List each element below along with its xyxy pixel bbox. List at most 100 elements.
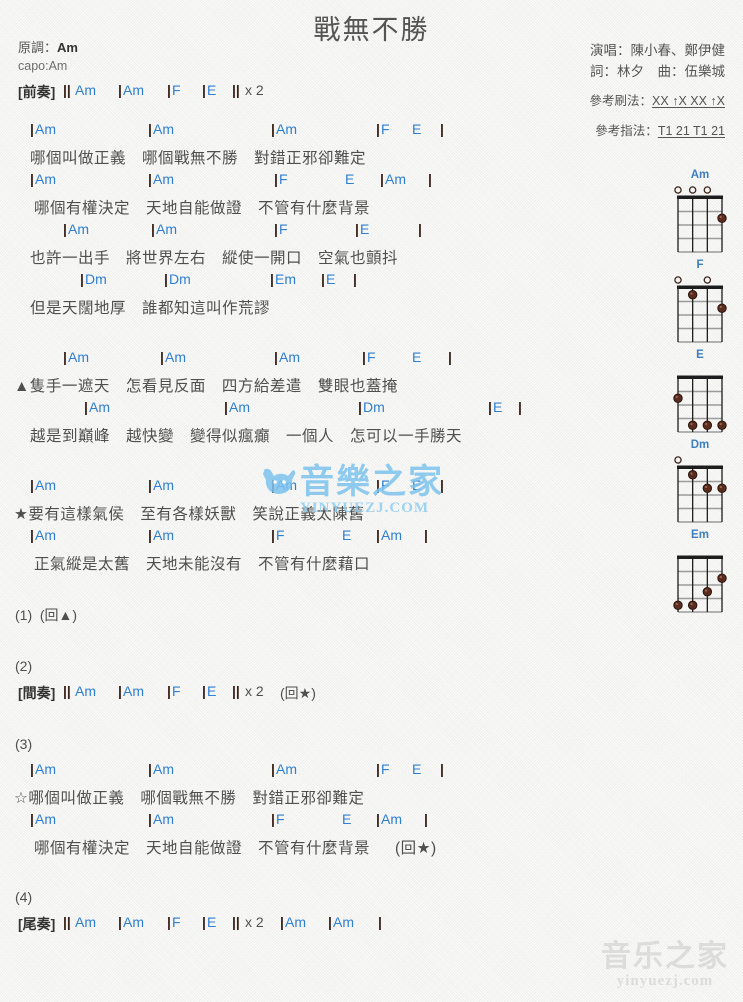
chord-symbol: Am (75, 683, 96, 699)
barline: | (380, 171, 384, 187)
chord-line: (4) (0, 889, 560, 914)
barline: | (321, 271, 325, 287)
chord-symbol: F (172, 683, 181, 699)
annotation-text: (3) (15, 736, 33, 752)
chord-diagram-f: F (665, 258, 735, 348)
section-label: [前奏] (18, 84, 56, 100)
barline: | (448, 349, 452, 365)
chord-sheet-page: 戰無不勝 原調：Am capo:Am 演唱：陳小春、鄭伊健 詞：林夕 曲：伍樂城… (0, 0, 743, 1002)
barline: | (376, 121, 380, 137)
chord-diagram-grid (673, 375, 727, 433)
lyric-text: 正氣縱是太舊 天地未能沒有 不管有什麼藉口 (34, 556, 371, 573)
strum-pattern-line: 參考刷法：XX ↑X XX ↑X (590, 91, 725, 112)
barline: | (118, 914, 122, 930)
chord-symbol: Am (153, 171, 174, 187)
barline: | (167, 683, 171, 699)
strum-pattern-value: XX ↑X XX ↑X (652, 94, 725, 108)
barline: || (63, 82, 71, 98)
section-label: [尾奏] (18, 916, 56, 932)
barline: || (232, 914, 240, 930)
chord-diagram-grid (674, 456, 727, 523)
barline: | (30, 811, 34, 827)
chord-symbol: Am (385, 171, 406, 187)
barline: | (362, 349, 366, 365)
lyric-line: 但是天闊地厚 誰都知這叫作荒謬 (0, 296, 560, 321)
original-key-line: 原調：Am (18, 38, 78, 57)
barline: | (518, 399, 522, 415)
chord-symbol: Am (229, 399, 250, 415)
chord-diagram-em: Em (665, 528, 735, 618)
chord-symbol: F (381, 761, 390, 777)
lyric-line: ★要有這樣氣侯 至有各樣妖獸 笑說正義太陳舊 (0, 502, 560, 527)
lyric-text: ▲隻手一遮天 怎看見反面 四方給差遣 雙眼也蓋掩 (14, 378, 398, 395)
watermark-bottom-cn: 音乐之家 (601, 939, 729, 974)
barline: | (424, 527, 428, 543)
original-key-value: Am (57, 40, 78, 55)
lyric-text: ★要有這樣氣侯 至有各樣妖獸 笑說正義太陳舊 (14, 506, 365, 523)
chord-symbol: E (207, 914, 217, 930)
barline: | (30, 121, 34, 137)
chord-symbol: E (342, 811, 352, 827)
chord-diagram-name: Em (691, 529, 709, 541)
chord-line: | Am | Am | F E | Am | (0, 527, 560, 552)
chord-symbol: F (279, 171, 288, 187)
chord-line: | Dm | Dm | Em | E | (0, 271, 560, 296)
chord-symbol: Dm (85, 271, 107, 287)
chord-line: [前奏] || Am | Am | F | E || x 2 (0, 82, 560, 107)
barline: | (271, 527, 275, 543)
annotation-text: x 2 (245, 914, 264, 930)
barline: | (271, 477, 275, 493)
chord-diagram-e: E (665, 348, 735, 438)
chord-line: (2) (0, 658, 560, 683)
barline: | (151, 221, 155, 237)
chord-symbol: E (207, 683, 217, 699)
chord-diagram-grid (674, 186, 727, 253)
chord-symbol: Am (285, 914, 306, 930)
chord-symbol: Am (333, 914, 354, 930)
barline: | (148, 121, 152, 137)
chord-symbol: E (342, 527, 352, 543)
barline: | (355, 221, 359, 237)
strum-pattern-label: 參考刷法： (589, 94, 653, 108)
lyric-line: 正氣縱是太舊 天地未能沒有 不管有什麼藉口 (0, 552, 560, 577)
annotation-text: x 2 (245, 683, 264, 699)
chord-symbol: Dm (169, 271, 191, 287)
annotation-text: (4) (15, 889, 33, 905)
chord-line: | Am | Am | Am | F E | (0, 121, 560, 146)
lyric-text: 哪個有權決定 天地自能做證 不管有什麼背景 (34, 840, 371, 857)
lyric-text: 但是天闊地厚 誰都知這叫作荒謬 (30, 300, 271, 317)
barline: | (376, 811, 380, 827)
chord-symbol: Em (275, 271, 296, 287)
lyric-text: (回★) (395, 840, 437, 857)
barline: | (148, 811, 152, 827)
chord-symbol: Am (381, 811, 402, 827)
barline: | (202, 914, 206, 930)
annotation-text: (2) (15, 658, 33, 674)
barline: | (376, 477, 380, 493)
chord-lyric-body: [前奏] || Am | Am | F | E || x 2 | Am | Am | Am | F E | 哪個叫做正義 … (0, 82, 560, 939)
barline: | (224, 399, 228, 415)
chord-symbol: Am (123, 82, 144, 98)
chord-symbol: Am (153, 527, 174, 543)
chord-diagram-dm: Dm (665, 438, 735, 528)
barline: | (488, 399, 492, 415)
barline: | (440, 477, 444, 493)
watermark-bottom-en: yinyuezj.com (616, 973, 714, 989)
chord-symbol: F (279, 221, 288, 237)
barline: | (148, 171, 152, 187)
barline: || (63, 683, 71, 699)
chord-symbol: Am (123, 914, 144, 930)
chord-symbol: Am (276, 121, 297, 137)
barline: | (428, 171, 432, 187)
chord-symbol: E (412, 349, 422, 365)
chord-symbol: F (172, 914, 181, 930)
watermark-bottom: 音乐之家 yinyuezj.com (601, 941, 729, 990)
barline: | (202, 683, 206, 699)
chord-line: | Am | Am | F | E | (0, 221, 560, 246)
